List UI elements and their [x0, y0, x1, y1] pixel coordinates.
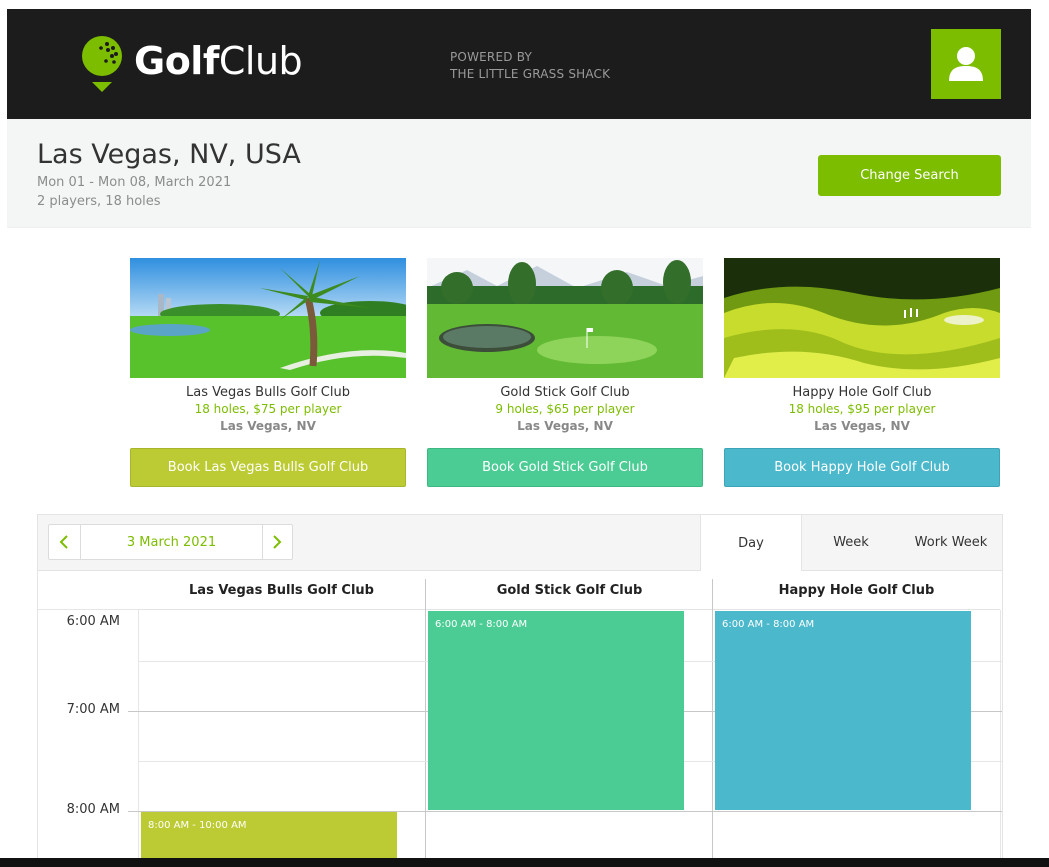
tee-time-event[interactable]: 6:00 AM - 8:00 AM: [715, 611, 971, 810]
grid-line: [425, 579, 426, 867]
course-card: Happy Hole Golf Club 18 holes, $95 per p…: [724, 258, 1000, 487]
time-label: 6:00 AM: [66, 614, 120, 629]
tab-day-view[interactable]: Day: [700, 515, 802, 571]
course-card: Gold Stick Golf Club 9 holes, $65 per pl…: [427, 258, 703, 487]
course-card: Las Vegas Bulls Golf Club 18 holes, $75 …: [130, 258, 406, 487]
next-day-button[interactable]: [262, 525, 292, 559]
course-name: Las Vegas Bulls Golf Club: [186, 385, 350, 400]
previous-day-button[interactable]: [49, 525, 79, 559]
course-photo-pond[interactable]: [427, 258, 703, 378]
chevron-left-icon: [59, 535, 68, 549]
time-label: 8:00 AM: [66, 802, 120, 817]
brand-light: Club: [218, 39, 303, 83]
grid-line: [712, 579, 713, 867]
course-price: 18 holes, $95 per player: [788, 402, 936, 416]
course-name: Happy Hole Golf Club: [792, 385, 932, 400]
tab-work-week-view[interactable]: Work Week: [901, 515, 1001, 570]
grid-line: [1000, 610, 1001, 867]
change-search-button[interactable]: Change Search: [818, 155, 1001, 196]
chevron-right-icon: [273, 535, 282, 549]
golf-ball-logo-icon: [82, 36, 122, 92]
date-range: Mon 01 - Mon 08, March 2021: [37, 175, 232, 190]
scheduler-toolbar: 3 March 2021 Day Week Work Week: [38, 515, 1002, 571]
course-city: Las Vegas, NV: [517, 419, 613, 433]
time-label: 7:00 AM: [66, 702, 120, 717]
party-details: 2 players, 18 holes: [37, 194, 161, 209]
powered-line-2: THE LITTLE GRASS SHACK: [450, 67, 611, 81]
tee-time-scheduler: 3 March 2021 Day Week Work Week Las Vega…: [37, 514, 1003, 867]
resource-header: Happy Hole Golf Club: [713, 571, 1000, 610]
course-city: Las Vegas, NV: [220, 419, 316, 433]
user-icon: [949, 47, 983, 81]
book-course-button[interactable]: Book Gold Stick Golf Club: [427, 448, 703, 487]
user-account-button[interactable]: [931, 29, 1001, 99]
window-bottom-edge: [0, 858, 1049, 867]
tab-week-view[interactable]: Week: [801, 515, 901, 570]
course-photo-palm[interactable]: [130, 258, 406, 378]
page: GolfClub POWERED BY THE LITTLE GRASS SHA…: [7, 9, 1031, 867]
date-navigator: 3 March 2021: [48, 524, 293, 560]
course-price: 18 holes, $75 per player: [194, 402, 342, 416]
book-course-button[interactable]: Book Happy Hole Golf Club: [724, 448, 1000, 487]
top-header: GolfClub POWERED BY THE LITTLE GRASS SHA…: [7, 9, 1031, 119]
content-card: Las Vegas Bulls Golf Club 18 holes, $75 …: [7, 228, 1031, 867]
book-course-button[interactable]: Book Las Vegas Bulls Golf Club: [130, 448, 406, 487]
course-photo-hills[interactable]: [724, 258, 1000, 378]
course-name: Gold Stick Golf Club: [500, 385, 630, 400]
course-price: 9 holes, $65 per player: [495, 402, 635, 416]
powered-line-1: POWERED BY: [450, 50, 533, 64]
grid-line: [38, 609, 138, 610]
powered-by: POWERED BY THE LITTLE GRASS SHACK: [450, 49, 610, 83]
current-date-picker[interactable]: 3 March 2021: [80, 525, 263, 559]
resource-header: Las Vegas Bulls Golf Club: [138, 571, 425, 610]
resource-header: Gold Stick Golf Club: [426, 571, 713, 610]
grid-line: [138, 610, 139, 867]
location-title: Las Vegas, NV, USA: [37, 139, 301, 170]
tee-time-event[interactable]: 6:00 AM - 8:00 AM: [428, 611, 684, 810]
brand-bold: Golf: [134, 39, 219, 83]
brand-name[interactable]: GolfClub: [134, 37, 303, 85]
course-city: Las Vegas, NV: [814, 419, 910, 433]
